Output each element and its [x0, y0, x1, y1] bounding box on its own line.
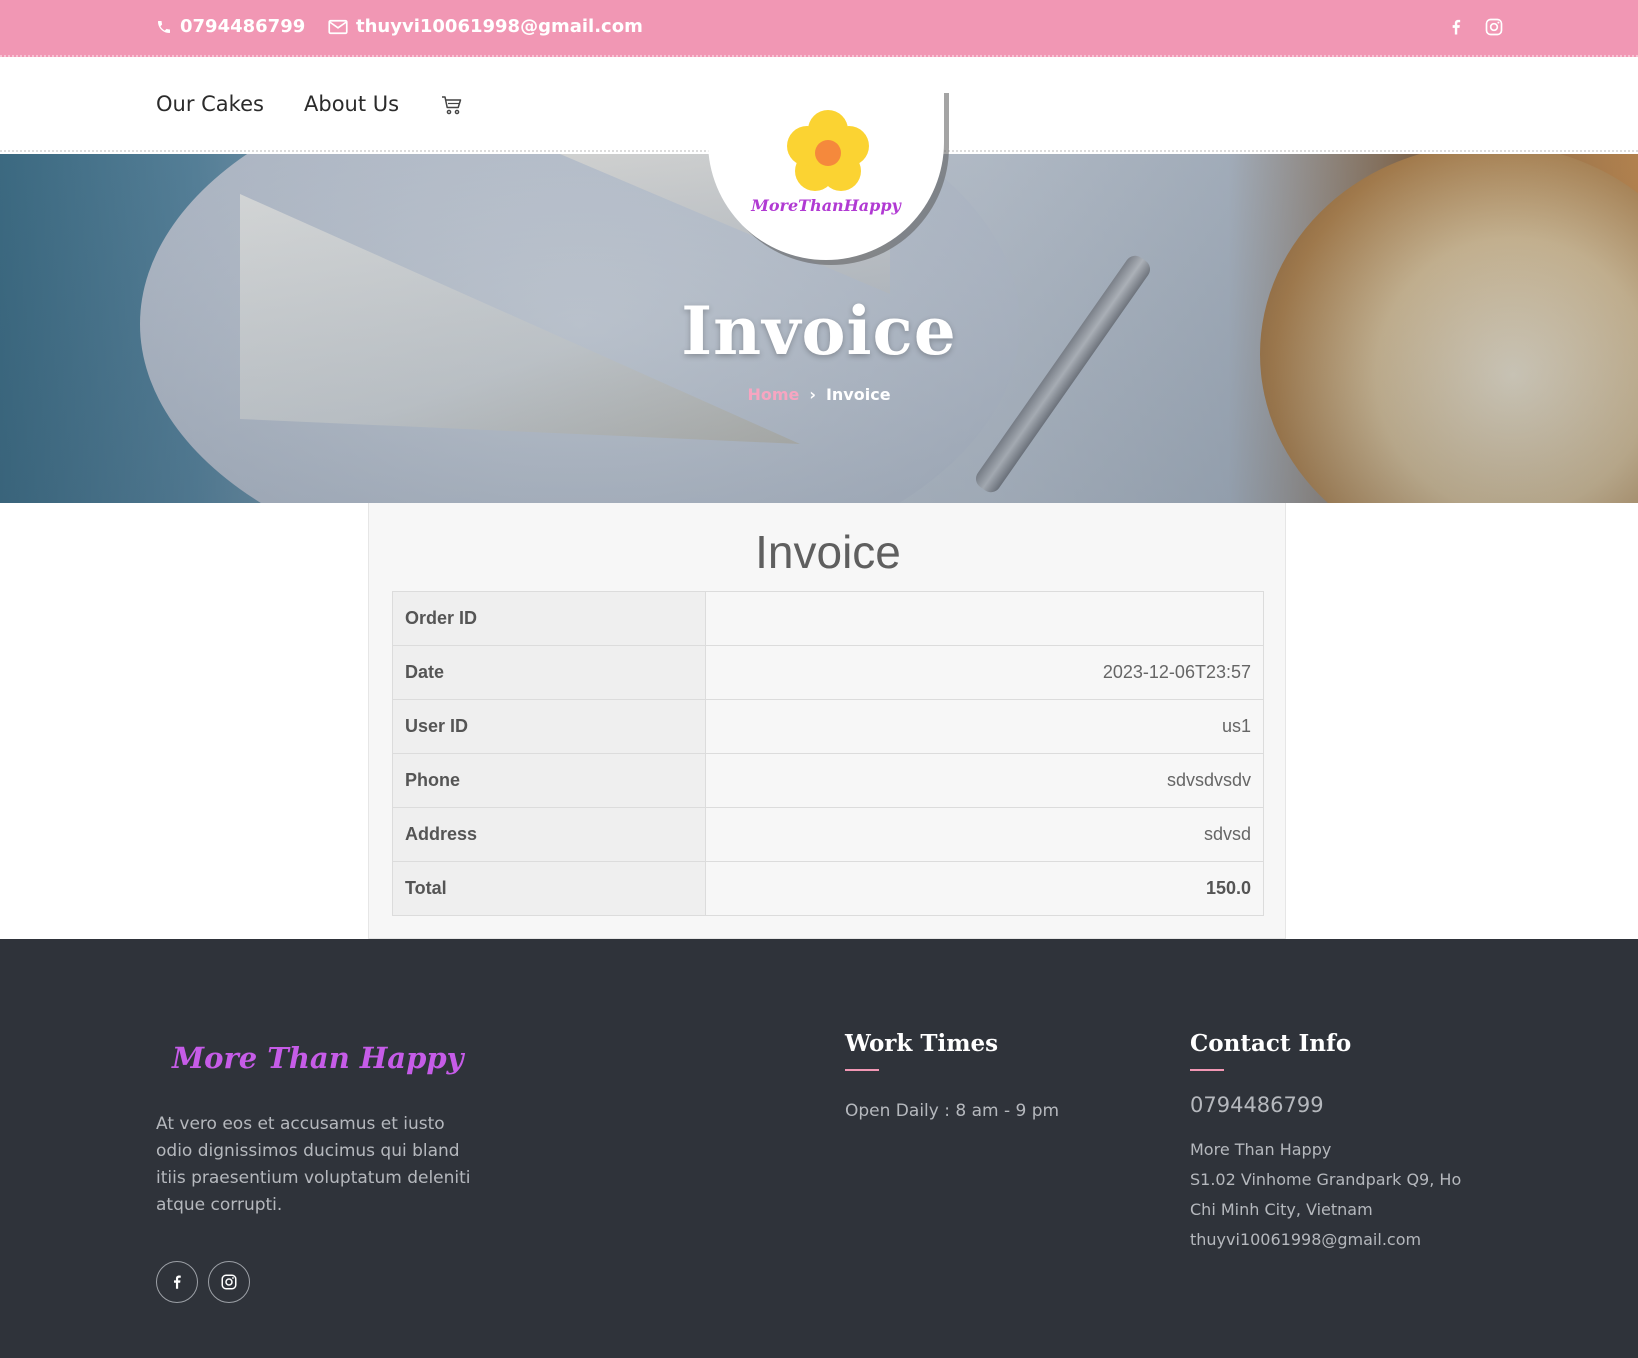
- table-row: Order ID: [392, 591, 1264, 646]
- footer-logo[interactable]: More Than Happy: [172, 1041, 464, 1075]
- work-hours-text: Open Daily : 8 am - 9 pm: [845, 1101, 1060, 1121]
- facebook-icon[interactable]: [1446, 17, 1466, 37]
- invoice-value-total: 150.0: [705, 861, 1264, 916]
- heading-underline: [845, 1069, 879, 1071]
- footer-company-name: More Than Happy: [1190, 1140, 1332, 1159]
- nav-item-about-us[interactable]: About Us: [304, 92, 399, 116]
- cart-icon[interactable]: [440, 93, 464, 117]
- topbar-email[interactable]: thuyvi10061998@gmail.com: [328, 16, 643, 37]
- invoice-value-phone: sdvsdvsdv: [705, 753, 1264, 808]
- footer-address-block: More Than Happy S1.02 Vinhome Grandpark …: [1190, 1135, 1490, 1255]
- footer-about-text: At vero eos et accusamus et iusto odio d…: [156, 1114, 471, 1215]
- table-row: Total 150.0: [392, 861, 1264, 916]
- footer-address: S1.02 Vinhome Grandpark Q9, Ho Chi Minh …: [1190, 1170, 1462, 1219]
- breadcrumb-home-link[interactable]: Home: [747, 385, 799, 404]
- footer-phone[interactable]: 0794486799: [1190, 1093, 1324, 1117]
- breadcrumb: Home › Invoice: [0, 385, 1638, 404]
- table-row: User ID us1: [392, 699, 1264, 754]
- instagram-icon[interactable]: [1484, 17, 1504, 37]
- page-title: Invoice: [681, 292, 957, 370]
- invoice-label-order-id: Order ID: [392, 591, 706, 646]
- facebook-icon[interactable]: [156, 1261, 198, 1303]
- chevron-right-icon: ›: [809, 385, 816, 404]
- instagram-icon[interactable]: [208, 1261, 250, 1303]
- invoice-label-address: Address: [392, 807, 706, 862]
- invoice-value-order-id: [705, 591, 1264, 646]
- topbar-social: [1446, 17, 1504, 37]
- invoice-label-phone: Phone: [392, 753, 706, 808]
- invoice-card: Invoice Order ID Date 2023-12-06T23:57 U…: [368, 503, 1286, 939]
- flower-icon: [782, 106, 874, 198]
- invoice-value-address: sdvsd: [705, 807, 1264, 862]
- breadcrumb-current: Invoice: [825, 385, 891, 404]
- footer: More Than Happy At vero eos et accusamus…: [0, 939, 1638, 1358]
- logo-text: MoreThanHappy: [751, 196, 901, 215]
- invoice-label-user-id: User ID: [392, 699, 706, 754]
- invoice-value-date: 2023-12-06T23:57: [705, 645, 1264, 700]
- invoice-label-total: Total: [392, 861, 706, 916]
- invoice-label-date: Date: [392, 645, 706, 700]
- heading-underline: [1190, 1069, 1224, 1071]
- work-times-heading: Work Times: [845, 1030, 999, 1057]
- table-row: Address sdvsd: [392, 807, 1264, 862]
- topbar-email-text: thuyvi10061998@gmail.com: [356, 16, 643, 37]
- footer-email[interactable]: thuyvi10061998@gmail.com: [1190, 1225, 1490, 1255]
- top-bar: 0794486799 thuyvi10061998@gmail.com: [0, 0, 1638, 57]
- invoice-table: Order ID Date 2023-12-06T23:57 User ID u…: [392, 591, 1264, 916]
- topbar-phone[interactable]: 0794486799: [156, 16, 305, 37]
- table-row: Date 2023-12-06T23:57: [392, 645, 1264, 700]
- envelope-icon: [328, 19, 348, 35]
- invoice-value-user-id: us1: [705, 699, 1264, 754]
- phone-icon: [156, 19, 172, 35]
- table-row: Phone sdvsdvsdv: [392, 753, 1264, 808]
- contact-info-heading: Contact Info: [1190, 1030, 1352, 1057]
- nav-item-our-cakes[interactable]: Our Cakes: [156, 92, 264, 116]
- topbar-phone-text: 0794486799: [180, 16, 306, 37]
- invoice-title: Invoice: [755, 526, 901, 578]
